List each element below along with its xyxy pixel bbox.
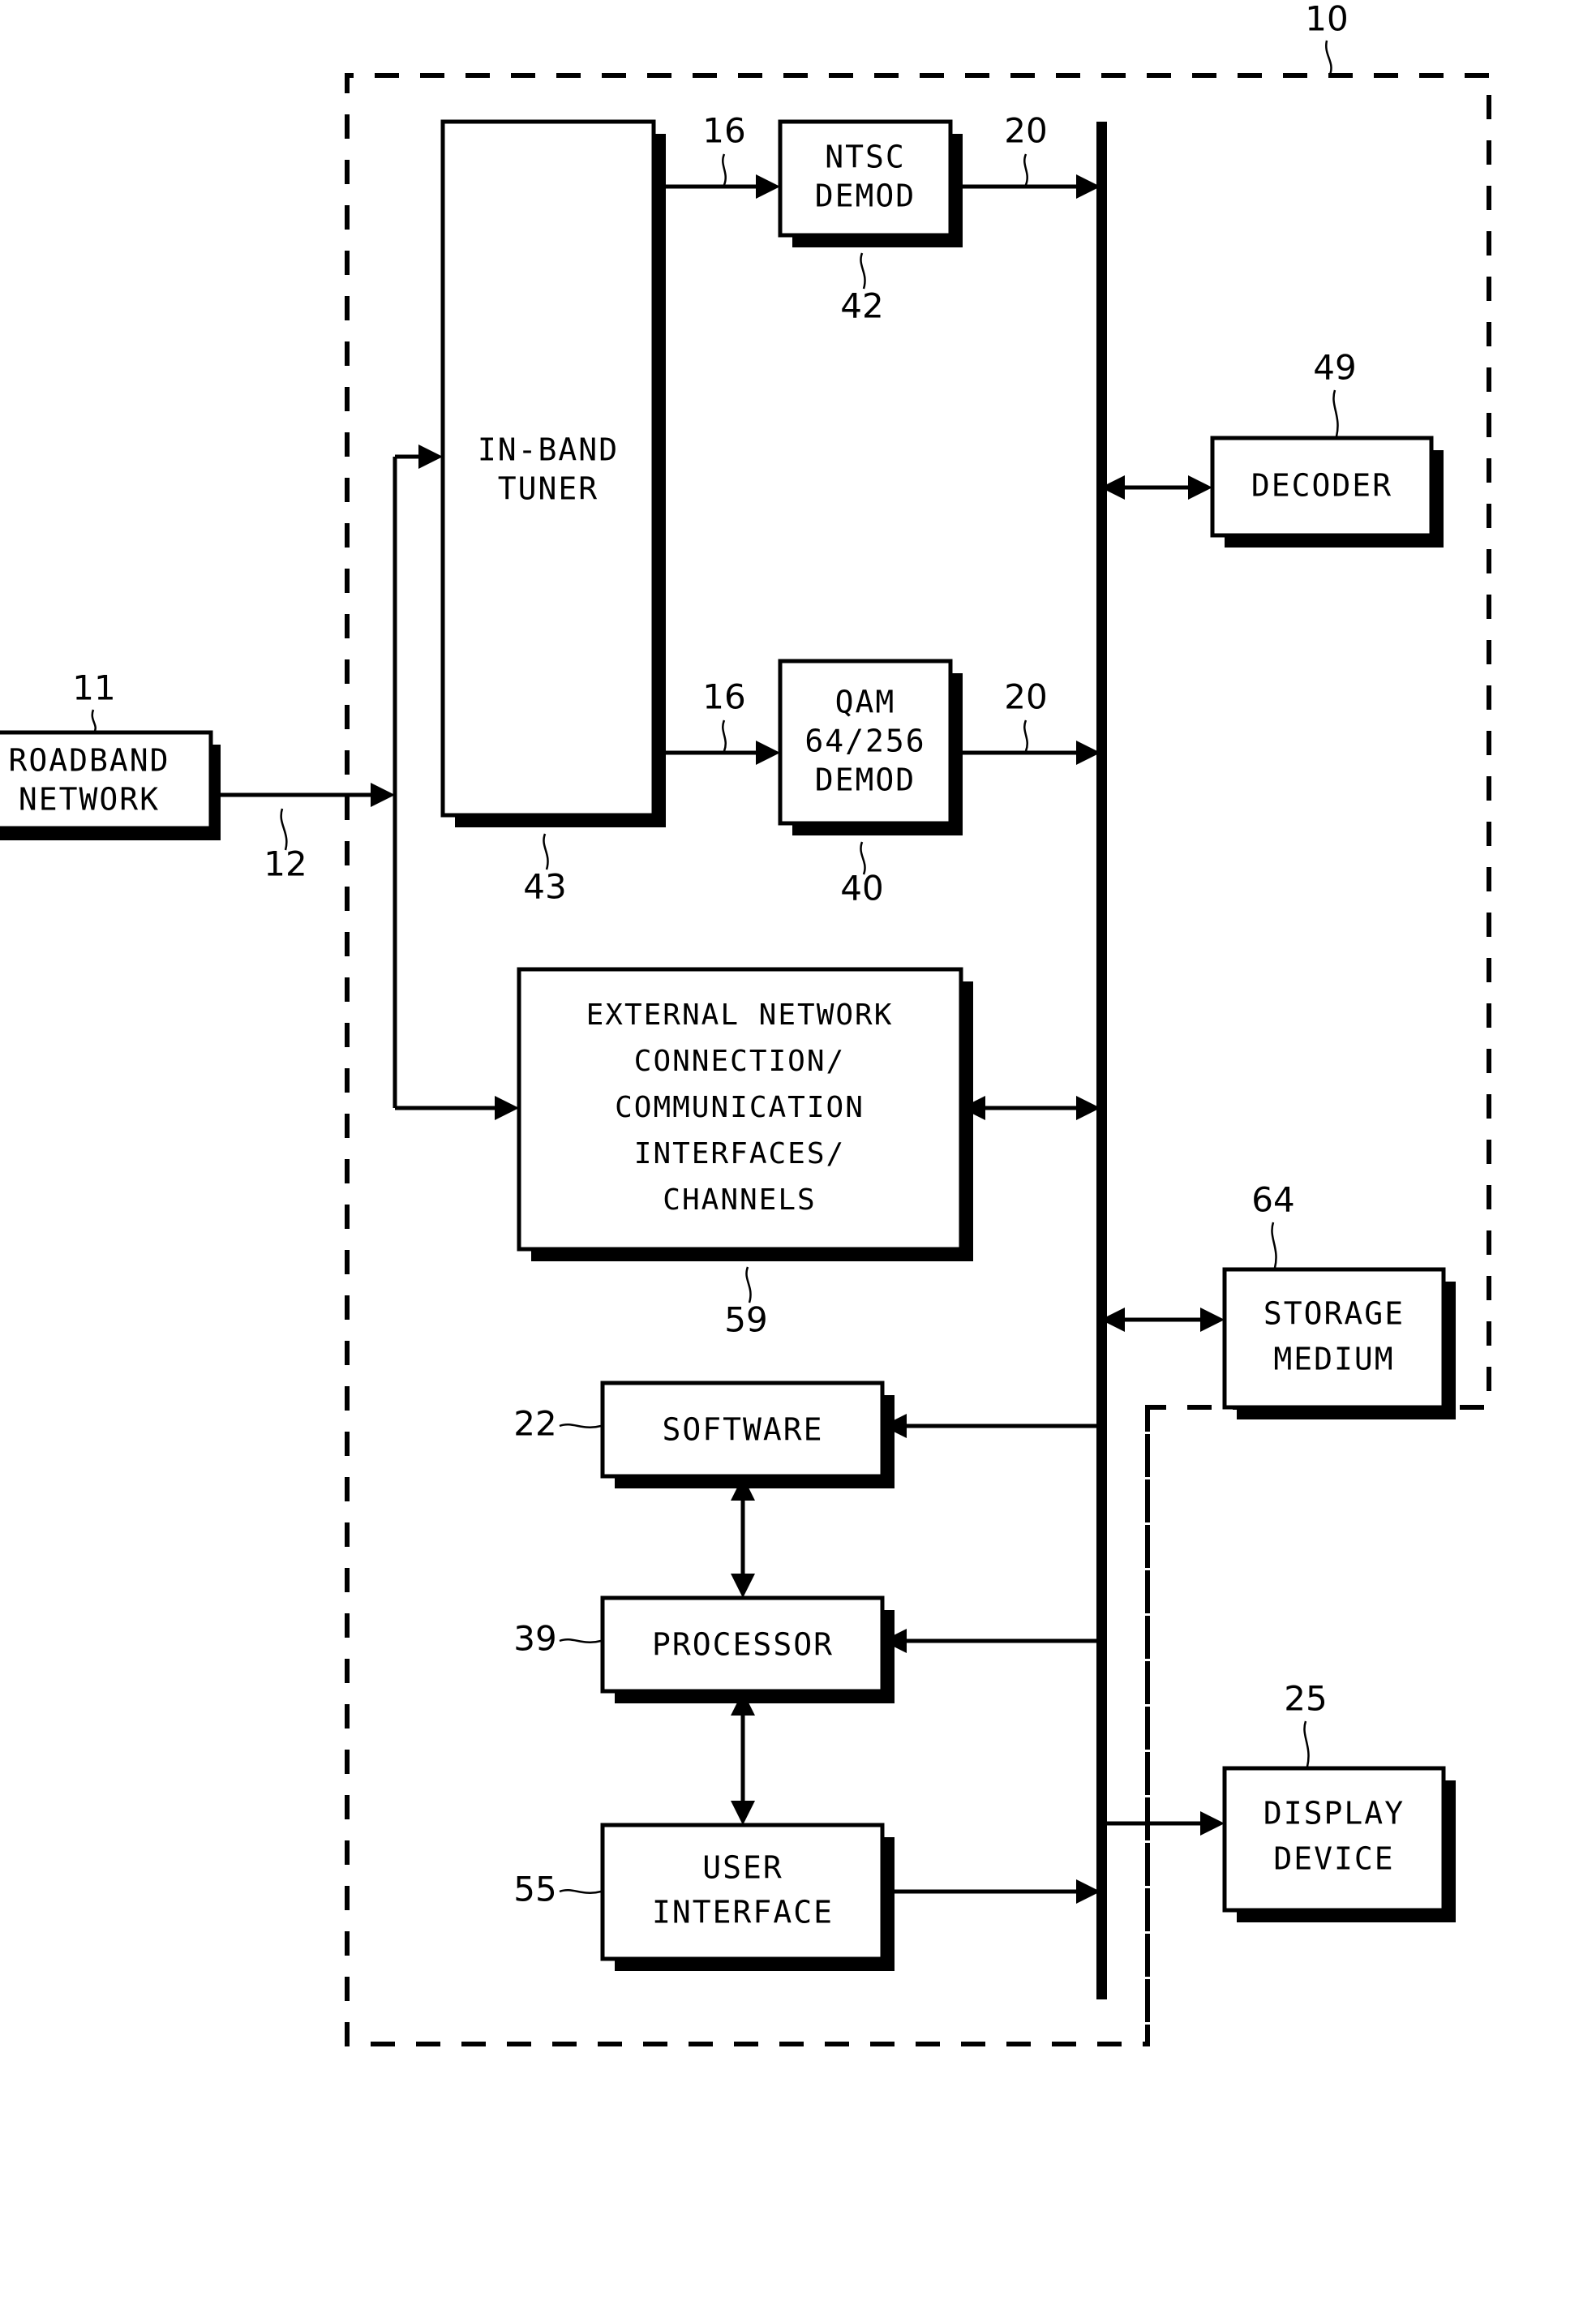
ref-20-bottom-leader (1023, 719, 1028, 752)
tuner-to-ntsc-arrow (666, 174, 780, 199)
processor-ui-link (731, 1691, 755, 1825)
ref-64-leader (1271, 1222, 1277, 1269)
software-processor-link (731, 1476, 755, 1598)
ref-64: 64 (1251, 1180, 1294, 1220)
external-network-label-5: CHANNELS (663, 1183, 816, 1217)
ref-59-leader (745, 1266, 752, 1303)
ref-43: 43 (523, 867, 566, 907)
ref-22-leader (559, 1424, 602, 1428)
ref-42: 42 (840, 286, 883, 326)
ref-59: 59 (724, 1300, 767, 1340)
external-network-to-bus-arrow (961, 1096, 1100, 1120)
ref-25-leader (1303, 1720, 1310, 1767)
qam-demod-label-2: 64/256 (804, 724, 925, 759)
broadband-network-block: ROADBAND NETWORK (0, 730, 221, 840)
external-network-label-2: CONNECTION/ (634, 1045, 845, 1078)
ref-49: 49 (1313, 348, 1356, 388)
decoder-block: DECODER (1210, 436, 1444, 548)
ref-42-leader (860, 252, 866, 290)
storage-medium-label-1: STORAGE (1264, 1296, 1405, 1332)
ref-55: 55 (513, 1870, 556, 1909)
bus-to-storage-arrow (1100, 1308, 1225, 1332)
ref-40: 40 (840, 869, 883, 908)
qam-demod-block: QAM 64/256 DEMOD (778, 659, 963, 835)
in-band-tuner-block: IN-BAND TUNER (440, 119, 666, 827)
external-network-block: EXTERNAL NETWORK CONNECTION/ COMMUNICATI… (517, 967, 973, 1261)
ref-11-leader (91, 709, 97, 733)
diagram-canvas: 10 ROADBAND NETWORK 11 12 IN-BAND TUNER … (0, 0, 1491, 2046)
input-signal-arrow (217, 783, 395, 807)
broadband-network-label-1: ROADBAND (8, 743, 169, 779)
decoder-label: DECODER (1251, 468, 1392, 504)
software-label: SOFTWARE (662, 1412, 823, 1448)
ref-39-leader (559, 1638, 602, 1643)
ref-10-leader (1325, 40, 1332, 75)
ref-20-top: 20 (1004, 111, 1047, 151)
ref-16-top: 16 (702, 111, 745, 151)
ntsc-demod-label-1: NTSC (825, 140, 906, 175)
external-network-label-1: EXTERNAL NETWORK (586, 998, 894, 1032)
bus-to-software-arrow (882, 1414, 1100, 1438)
processor-block: PROCESSOR (600, 1595, 895, 1703)
ref-22: 22 (513, 1404, 556, 1444)
patent-figure: 10 ROADBAND NETWORK 11 12 IN-BAND TUNER … (0, 0, 1596, 2319)
storage-medium-block: STORAGE MEDIUM (1222, 1267, 1456, 1419)
user-interface-label-2: INTERFACE (652, 1895, 834, 1930)
qam-demod-label-3: DEMOD (815, 762, 916, 798)
ref-25: 25 (1284, 1679, 1327, 1719)
in-band-tuner-label-2: TUNER (498, 471, 598, 507)
software-block: SOFTWARE (600, 1381, 895, 1488)
in-band-tuner-label-1: IN-BAND (478, 432, 619, 468)
display-device-block: DISPLAY DEVICE (1222, 1766, 1456, 1922)
branch-to-tuner (395, 444, 443, 469)
bus-to-display-arrow (1107, 1811, 1225, 1836)
bus-to-processor-arrow (882, 1629, 1100, 1653)
ntsc-to-bus-arrow (963, 174, 1100, 199)
broadband-network-label-2: NETWORK (19, 782, 160, 818)
ntsc-demod-label-2: DEMOD (815, 178, 916, 214)
ref-11: 11 (72, 668, 115, 708)
bus-to-decoder-arrow (1100, 475, 1212, 500)
ref-55-leader (559, 1889, 602, 1894)
ref-16-bottom: 16 (702, 677, 745, 717)
ref-16-top-leader (722, 153, 727, 186)
external-network-label-3: COMMUNICATION (615, 1091, 865, 1124)
display-device-label-2: DEVICE (1273, 1841, 1394, 1877)
qam-to-bus-arrow (963, 741, 1100, 765)
display-device-label-1: DISPLAY (1264, 1796, 1405, 1832)
ref-43-leader (543, 833, 549, 870)
user-interface-label-1: USER (702, 1850, 783, 1886)
external-network-label-4: INTERFACES/ (634, 1137, 845, 1170)
branch-to-external-network (395, 1096, 519, 1120)
ref-20-top-leader (1023, 153, 1028, 186)
ref-12: 12 (264, 844, 307, 884)
user-interface-block: USER INTERFACE (600, 1823, 895, 1971)
storage-medium-label-2: MEDIUM (1273, 1342, 1394, 1377)
system-bus (1096, 122, 1107, 1999)
ref-49-leader (1332, 389, 1339, 437)
ntsc-demod-block: NTSC DEMOD (778, 119, 963, 247)
ref-16-bottom-leader (722, 719, 727, 752)
ui-to-bus-arrow (895, 1879, 1100, 1904)
qam-demod-label-1: QAM (835, 685, 896, 720)
ref-39: 39 (513, 1619, 556, 1659)
processor-label: PROCESSOR (652, 1627, 834, 1663)
ref-10: 10 (1305, 0, 1348, 39)
ref-20-bottom: 20 (1004, 677, 1047, 717)
tuner-to-qam-arrow (666, 741, 780, 765)
